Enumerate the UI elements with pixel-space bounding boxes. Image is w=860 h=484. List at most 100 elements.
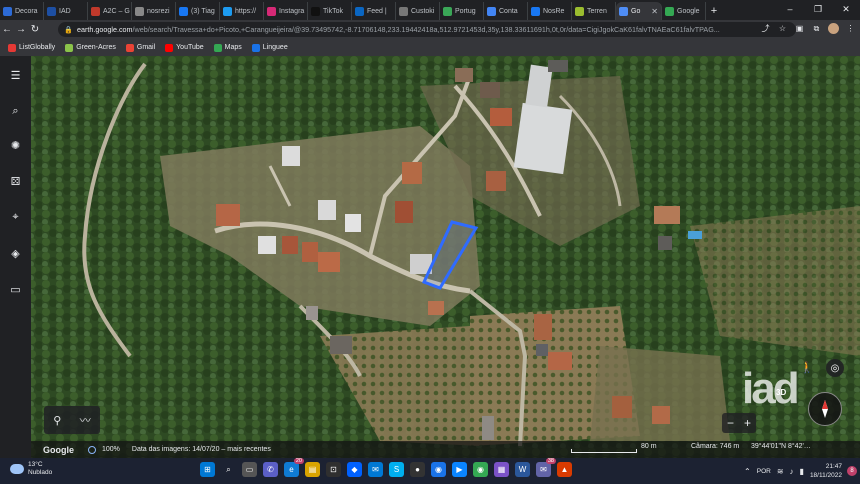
profile-avatar[interactable] [828, 23, 839, 34]
chrome-icon[interactable]: ◉ [431, 462, 446, 477]
start-windows-icon[interactable]: ⊞ [200, 462, 215, 477]
tab-label: Conta [499, 7, 518, 15]
close-tab-icon[interactable]: ✕ [651, 7, 658, 16]
placemark-icon[interactable]: ⚲ [53, 414, 61, 427]
browser-tab[interactable]: Custoki [396, 2, 440, 20]
search-icon[interactable]: ⌕ [8, 104, 23, 119]
bookmark-item[interactable]: Green-Acres [65, 43, 116, 52]
acrobat-icon[interactable]: ▲ [557, 462, 572, 477]
back-button[interactable]: ← [0, 24, 14, 35]
pegman-icon[interactable]: 🚶 [800, 361, 814, 374]
edge-icon[interactable]: e 20 [284, 458, 304, 477]
share-icon[interactable]: ⤴ [760, 23, 771, 34]
address-bar[interactable]: 🔒 earth.google.com/web/search/Travessa+d… [58, 22, 796, 37]
tab-label: Decora [15, 7, 38, 15]
browser-tab[interactable]: Decora [0, 2, 44, 20]
bookmark-label: Maps [224, 44, 242, 51]
extensions-icon[interactable]: ⧉ [811, 23, 822, 34]
tab-label: nosrezi [147, 7, 170, 15]
dropbox-icon[interactable]: ◆ [347, 462, 362, 477]
browser-tab[interactable]: Terren [572, 2, 616, 20]
random-dice-icon[interactable]: ⚄ [8, 174, 23, 189]
tray-chevron-icon[interactable]: ⌃ [744, 467, 751, 476]
bookmark-favicon-icon [65, 43, 74, 52]
bookmark-item[interactable]: Maps [213, 43, 242, 52]
compass-icon[interactable] [808, 392, 842, 426]
language-indicator[interactable]: POR [757, 468, 771, 475]
zoom-out-button[interactable]: − [727, 416, 734, 430]
tab-label: Feed | [367, 7, 387, 15]
chrome-profile-icon[interactable]: ◉ [473, 462, 488, 477]
browser-tab[interactable]: Instagra [264, 2, 308, 20]
forward-button[interactable]: → [14, 24, 28, 35]
volume-icon[interactable]: ♪ [790, 467, 794, 476]
browser-tab[interactable]: TikTok [308, 2, 352, 20]
messenger-icon[interactable]: ✉ 38 [536, 458, 556, 477]
measure-ruler-icon[interactable]: ▭ [8, 282, 23, 297]
satellite-imagery[interactable] [0, 56, 860, 458]
loading-ring-icon [88, 445, 96, 454]
browser-tab[interactable]: https:// [220, 2, 264, 20]
menu-icon[interactable]: ⋮ [845, 23, 856, 34]
bookmark-item[interactable]: Linguee [251, 43, 288, 52]
voyager-icon[interactable]: ✺ [8, 138, 23, 153]
sidepanel-icon[interactable]: ▣ [794, 23, 805, 34]
mail-icon[interactable]: ✉ [368, 462, 383, 477]
browser-tab[interactable]: (3) Tiag [176, 2, 220, 20]
tab-label: Portug [455, 7, 476, 15]
notification-badge[interactable]: 8 [847, 466, 857, 476]
browser-tab[interactable]: Feed | [352, 2, 396, 20]
new-tab-button[interactable]: + [706, 2, 722, 20]
tab-label: Custoki [411, 7, 435, 15]
wifi-icon[interactable]: ≋ [777, 467, 784, 476]
browser-tab[interactable]: Conta [484, 2, 528, 20]
tab-label: NosRe [543, 7, 565, 15]
url-path: /web/search/Travessa+do+Picoto,+Carangue… [132, 25, 720, 34]
camera-altitude: Câmara: 746 m [691, 443, 740, 450]
bookmark-item[interactable]: YouTube [165, 43, 204, 52]
browser-tab[interactable]: NosRe [528, 2, 572, 20]
battery-icon[interactable]: ▮ [800, 467, 804, 476]
toggle-3d-button[interactable]: 3D [776, 388, 786, 397]
search-taskbar-icon[interactable]: ⌕ [221, 462, 236, 477]
word-icon[interactable]: W [515, 462, 530, 477]
reload-button[interactable]: ↻ [28, 24, 42, 35]
minimize-button[interactable]: – [776, 0, 804, 18]
store-icon[interactable]: ⊡ [326, 462, 341, 477]
hamburger-menu-icon[interactable]: ☰ [8, 68, 23, 83]
browser-tab[interactable]: Go ✕ [616, 2, 662, 20]
photos-icon[interactable]: ▦ [494, 462, 509, 477]
path-icon[interactable]: 〰 [80, 412, 91, 428]
load-progress: 100% [102, 446, 120, 453]
task-view-icon[interactable]: ▭ [242, 462, 257, 477]
imagery-date[interactable]: Data das imagens: 14/07/20 – mais recent… [132, 446, 271, 453]
bookmark-item[interactable]: Gmail [125, 43, 156, 52]
app-icon[interactable]: ● [410, 462, 425, 477]
browser-tab[interactable]: nosrezi [132, 2, 176, 20]
browser-tab[interactable]: Portug [440, 2, 484, 20]
projects-pin-icon[interactable]: ⌖ [8, 210, 23, 225]
bookmark-item[interactable]: ListGlobally [8, 43, 55, 52]
close-window-button[interactable]: ✕ [832, 0, 860, 18]
zoom-in-button[interactable]: + [744, 416, 751, 430]
zoom-icon[interactable]: ▶ [452, 462, 467, 477]
weather-widget[interactable]: 13°C Nublado [10, 461, 52, 477]
tab-favicon-icon [3, 6, 12, 16]
browser-tab[interactable]: A2C – G [88, 2, 132, 20]
clock-date: 18/11/2022 [809, 472, 842, 479]
browser-tab[interactable]: Google [662, 2, 706, 20]
maximize-button[interactable]: ❐ [804, 0, 832, 18]
clock[interactable]: 21:47 18/11/2022 [810, 462, 842, 480]
map-style-layers-icon[interactable]: ◈ [8, 246, 23, 261]
skype-icon[interactable]: S [389, 462, 404, 477]
bookmark-star-icon[interactable]: ☆ [777, 23, 788, 34]
tool-panel: ⚲ 〰 [44, 406, 100, 434]
earth-viewport[interactable]: ☰ ⌕ ✺ ⚄ ⌖ ◈ ▭ ⚲ 〰 iad 🚶 ◎ 3D − + Google … [0, 56, 860, 458]
file-explorer-icon[interactable]: ▤ [305, 462, 320, 477]
bookmark-label: Gmail [136, 44, 156, 51]
my-location-button[interactable]: ◎ [826, 359, 844, 377]
tab-favicon-icon [619, 6, 628, 16]
teams-chat-icon[interactable]: ✆ [263, 462, 278, 477]
browser-tab[interactable]: IAD [44, 2, 88, 20]
tab-favicon-icon [665, 6, 674, 16]
